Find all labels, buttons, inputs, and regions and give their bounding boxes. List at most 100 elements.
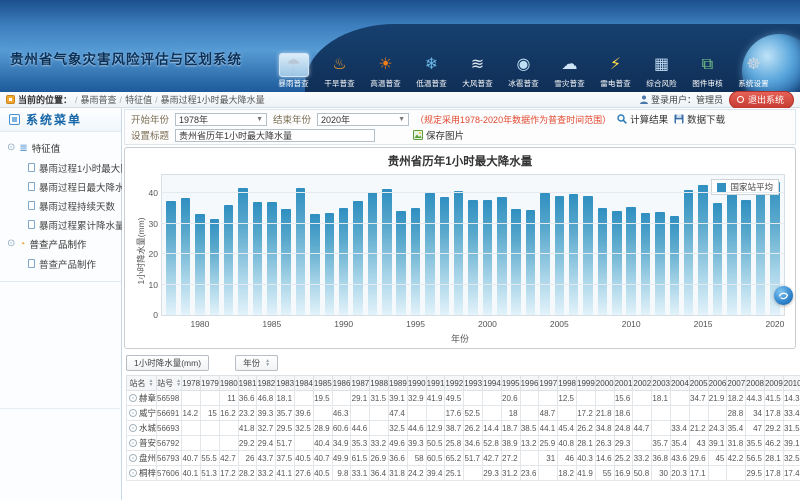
nav-item-lightning[interactable]: ⚡雷电普查 bbox=[595, 53, 636, 91]
year-column-header-1985[interactable]: 1985 bbox=[313, 376, 332, 391]
chart-panel: 贵州省历年1小时最大降水量 1小时降水量(mm) 198019851990199… bbox=[124, 147, 796, 349]
x-tick-2020: 2020 bbox=[765, 319, 784, 329]
nav-item-risk[interactable]: ▦综合风险 bbox=[641, 53, 682, 91]
value-cell-1997 bbox=[539, 391, 558, 406]
row-expander-icon[interactable] bbox=[129, 424, 137, 432]
floating-service-icon[interactable] bbox=[774, 286, 793, 305]
id-column-header[interactable]: 站号▲▼ bbox=[157, 376, 182, 391]
year-column-header-2000[interactable]: 2000 bbox=[595, 376, 614, 391]
pie-icon: ◔ bbox=[19, 239, 25, 250]
document-icon bbox=[28, 201, 35, 210]
year-column-header-2006[interactable]: 2006 bbox=[708, 376, 727, 391]
expander-icon[interactable]: ⊙ bbox=[7, 239, 15, 249]
year-column-header-1981[interactable]: 1981 bbox=[238, 376, 257, 391]
value-cell-1992: 25.8 bbox=[445, 436, 464, 451]
nav-item-drought[interactable]: ♨干旱普查 bbox=[319, 53, 360, 91]
row-expander-icon[interactable] bbox=[129, 394, 137, 402]
hail-icon: ◉ bbox=[509, 53, 539, 77]
row-expander-icon[interactable] bbox=[129, 454, 137, 462]
year-column-header-1979[interactable]: 1979 bbox=[201, 376, 220, 391]
year-column-header-1997[interactable]: 1997 bbox=[539, 376, 558, 391]
value-cell-1981: 26 bbox=[238, 451, 257, 466]
year-column-header-1984[interactable]: 1984 bbox=[295, 376, 314, 391]
year-column-header-1994[interactable]: 1994 bbox=[483, 376, 502, 391]
year-column-header-2007[interactable]: 2007 bbox=[727, 376, 746, 391]
value-cell-1980: 17.2 bbox=[219, 466, 238, 481]
row-expander-icon[interactable] bbox=[129, 469, 137, 477]
end-year-select[interactable]: 2020年▼ bbox=[317, 113, 409, 126]
year-column-header-2001[interactable]: 2001 bbox=[614, 376, 633, 391]
tree-item-0-2[interactable]: 暴雨过程持续天数 bbox=[0, 196, 121, 215]
value-cell-1983: 18.1 bbox=[276, 391, 295, 406]
year-column-header-2005[interactable]: 2005 bbox=[689, 376, 708, 391]
measure-chip[interactable]: 1小时降水量(mm) bbox=[126, 355, 209, 371]
year-column-header-1999[interactable]: 1999 bbox=[577, 376, 596, 391]
year-column-header-1993[interactable]: 1993 bbox=[464, 376, 483, 391]
year-column-header-1996[interactable]: 1996 bbox=[520, 376, 539, 391]
station-name-cell: 水城 bbox=[127, 421, 157, 436]
logout-button[interactable]: 退出系统 bbox=[729, 91, 794, 109]
breadcrumb-item-0[interactable]: 暴雨普查 bbox=[81, 93, 117, 106]
breadcrumb-item-1[interactable]: 特征值 bbox=[125, 93, 152, 106]
year-column-header-1998[interactable]: 1998 bbox=[558, 376, 577, 391]
year-column-header-1980[interactable]: 1980 bbox=[219, 376, 238, 391]
low-temp-icon: ❄ bbox=[417, 53, 447, 77]
high-temp-icon: ☀ bbox=[371, 53, 401, 77]
value-cell-2005: 21.2 bbox=[689, 421, 708, 436]
bar-slot-1997 bbox=[437, 175, 451, 315]
year-column-header-1983[interactable]: 1983 bbox=[276, 376, 295, 391]
value-cell-1985: 40.5 bbox=[313, 466, 332, 481]
document-icon bbox=[28, 163, 35, 172]
nav-item-hail[interactable]: ◉冰雹普查 bbox=[503, 53, 544, 91]
sort-icons: ▲▼ bbox=[176, 379, 181, 387]
year-column-header-1987[interactable]: 1987 bbox=[351, 376, 370, 391]
tree-item-0-0[interactable]: 暴雨过程1小时最大降水量 bbox=[0, 158, 121, 177]
value-cell-2009: 17.8 bbox=[764, 466, 783, 481]
chart-title-input[interactable] bbox=[175, 129, 375, 142]
nav-item-high-temp[interactable]: ☀高温普查 bbox=[365, 53, 406, 91]
row-expander-icon[interactable] bbox=[129, 439, 137, 447]
bar-slot-1990: 1990 bbox=[337, 175, 351, 315]
year-column-header-1986[interactable]: 1986 bbox=[332, 376, 351, 391]
year-column-header-1989[interactable]: 1989 bbox=[389, 376, 408, 391]
tree-section-0[interactable]: ⊙≣特征值 bbox=[0, 138, 121, 158]
nav-item-map-review[interactable]: ⧉图件审核 bbox=[687, 53, 728, 91]
value-cell-2004 bbox=[670, 406, 689, 421]
year-column-header-2008[interactable]: 2008 bbox=[746, 376, 765, 391]
bar-1984 bbox=[253, 202, 262, 315]
calculate-button[interactable]: 计算结果 bbox=[617, 112, 668, 126]
year-column-header-2009[interactable]: 2009 bbox=[764, 376, 783, 391]
nav-item-snow[interactable]: ☁雪灾普查 bbox=[549, 53, 590, 91]
tree-item-1-0[interactable]: 普查产品制作 bbox=[0, 254, 121, 273]
row-expander-icon[interactable] bbox=[129, 409, 137, 417]
tree-item-0-1[interactable]: 暴雨过程日最大降水量 bbox=[0, 177, 121, 196]
year-column-header-1992[interactable]: 1992 bbox=[445, 376, 464, 391]
save-image-button[interactable]: 保存图片 bbox=[413, 128, 464, 142]
sidebar-tree: ⊙≣特征值暴雨过程1小时最大降水量暴雨过程日最大降水量暴雨过程持续天数暴雨过程累… bbox=[0, 132, 121, 282]
nav-item-wind[interactable]: ≋大风普查 bbox=[457, 53, 498, 91]
tree-item-0-3[interactable]: 暴雨过程累计降水量 bbox=[0, 215, 121, 234]
nav-item-rainstorm[interactable]: ☂暴雨普查 bbox=[273, 53, 314, 91]
column-field-chip[interactable]: 年份 ▲▼ bbox=[235, 355, 278, 371]
year-column-header-1991[interactable]: 1991 bbox=[426, 376, 445, 391]
year-column-header-2010[interactable]: 2010 bbox=[783, 376, 800, 391]
nav-item-low-temp[interactable]: ❄低温普查 bbox=[411, 53, 452, 91]
value-cell-1996 bbox=[520, 391, 539, 406]
year-column-header-2003[interactable]: 2003 bbox=[652, 376, 671, 391]
year-column-header-1988[interactable]: 1988 bbox=[370, 376, 389, 391]
value-cell-2000: 26.3 bbox=[595, 436, 614, 451]
expander-icon[interactable]: ⊙ bbox=[7, 143, 15, 153]
year-column-header-1978[interactable]: 1978 bbox=[182, 376, 201, 391]
breadcrumb-item-2[interactable]: 暴雨过程1小时最大降水量 bbox=[161, 93, 265, 106]
download-button[interactable]: 数据下载 bbox=[674, 112, 725, 126]
year-column-header-1982[interactable]: 1982 bbox=[257, 376, 276, 391]
year-column-header-1990[interactable]: 1990 bbox=[407, 376, 426, 391]
year-column-header-2002[interactable]: 2002 bbox=[633, 376, 652, 391]
year-column-header-2004[interactable]: 2004 bbox=[670, 376, 689, 391]
start-year-select[interactable]: 1978年▼ bbox=[175, 113, 267, 126]
name-column-header[interactable]: 站名▲▼ bbox=[127, 376, 157, 391]
nav-item-settings[interactable]: ☸系统设置 bbox=[733, 53, 774, 91]
tree-section-1[interactable]: ⊙◔普查产品制作 bbox=[0, 234, 121, 254]
value-cell-1996 bbox=[520, 451, 539, 466]
year-column-header-1995[interactable]: 1995 bbox=[501, 376, 520, 391]
